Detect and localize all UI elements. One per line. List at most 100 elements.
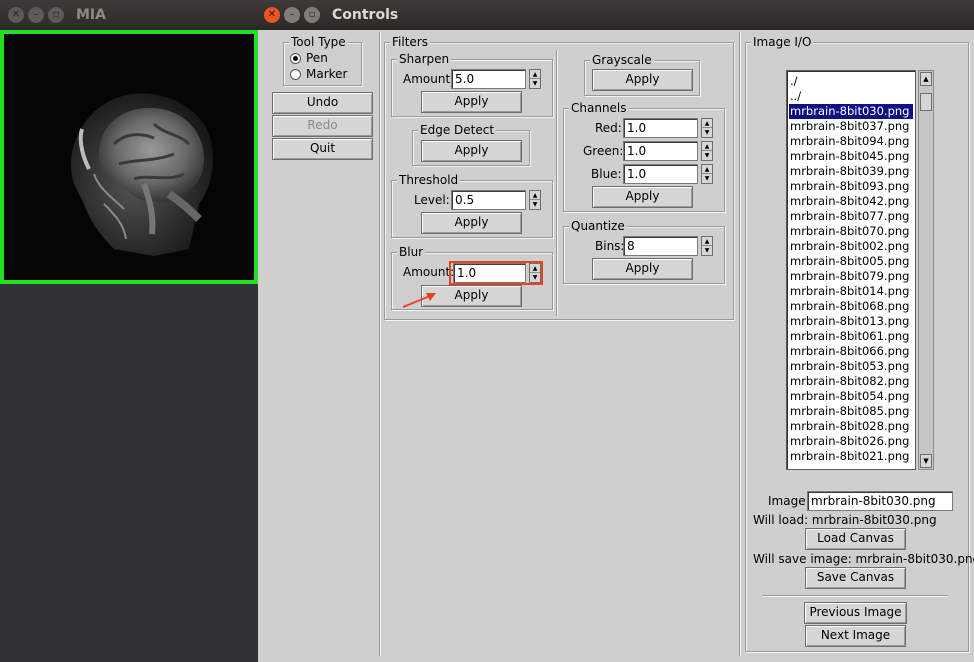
mia-titlebar[interactable]: ✕ – ▫ MIA	[0, 0, 258, 30]
file-list-item[interactable]: mrbrain-8bit028.png	[787, 419, 915, 434]
green-stepper[interactable]: ▲ ▼	[701, 141, 713, 161]
mia-window: ✕ – ▫ MIA	[0, 0, 258, 286]
sharpen-amount-input[interactable]: 5.0	[451, 69, 526, 89]
bins-input[interactable]: 8	[623, 236, 698, 256]
spin-up-icon[interactable]: ▲	[702, 119, 712, 128]
spin-up-icon[interactable]: ▲	[702, 237, 712, 246]
image-filename-input[interactable]: mrbrain-8bit030.png	[807, 491, 953, 511]
quantize-apply-button[interactable]: Apply	[592, 258, 693, 280]
file-list-item[interactable]: mrbrain-8bit070.png	[787, 224, 915, 239]
pen-radio[interactable]	[290, 53, 301, 64]
file-list-item[interactable]: mrbrain-8bit039.png	[787, 164, 915, 179]
previous-image-button[interactable]: Previous Image	[804, 602, 907, 624]
edge-detect-apply-button[interactable]: Apply	[421, 140, 522, 162]
sharpen-apply-button[interactable]: Apply	[421, 91, 522, 113]
marker-label: Marker	[306, 67, 348, 81]
file-list-item[interactable]: mrbrain-8bit077.png	[787, 209, 915, 224]
spin-down-icon[interactable]: ▼	[530, 200, 540, 209]
scroll-down-icon[interactable]: ▼	[920, 454, 932, 468]
filters-column-divider	[556, 50, 557, 316]
bins-stepper[interactable]: ▲ ▼	[701, 236, 713, 256]
file-list-item[interactable]: mrbrain-8bit085.png	[787, 404, 915, 419]
red-input[interactable]: 1.0	[623, 118, 698, 138]
file-list-item[interactable]: ../	[787, 89, 915, 104]
file-list-item[interactable]: mrbrain-8bit026.png	[787, 434, 915, 449]
spin-down-icon[interactable]: ▼	[530, 273, 540, 282]
file-list-item[interactable]: ./	[787, 74, 915, 89]
blur-amount-input[interactable]: 1.0	[453, 263, 526, 283]
file-list-item[interactable]: mrbrain-8bit042.png	[787, 194, 915, 209]
undo-button[interactable]: Undo	[272, 92, 373, 114]
spin-down-icon[interactable]: ▼	[702, 246, 712, 255]
pointer-arrow-icon	[402, 293, 436, 308]
blue-label: Blue:	[591, 167, 622, 181]
next-image-button[interactable]: Next Image	[805, 625, 906, 647]
threshold-level-stepper[interactable]: ▲ ▼	[529, 190, 541, 210]
image-io-separator	[762, 595, 948, 596]
redo-button[interactable]: Redo	[272, 115, 373, 137]
threshold-apply-button[interactable]: Apply	[421, 212, 522, 234]
spin-down-icon[interactable]: ▼	[702, 128, 712, 137]
file-list-item[interactable]: mrbrain-8bit013.png	[787, 314, 915, 329]
green-input[interactable]: 1.0	[623, 141, 698, 161]
blue-input[interactable]: 1.0	[623, 164, 698, 184]
file-list-item[interactable]: mrbrain-8bit014.png	[787, 284, 915, 299]
spin-up-icon[interactable]: ▲	[530, 191, 540, 200]
file-list-item[interactable]: mrbrain-8bit030.png	[788, 103, 914, 120]
minimize-icon[interactable]: –	[28, 7, 44, 23]
file-list-item[interactable]: mrbrain-8bit053.png	[787, 359, 915, 374]
maximize-icon[interactable]: ▫	[304, 7, 320, 23]
minimize-icon[interactable]: –	[284, 7, 300, 23]
blur-amount-stepper[interactable]: ▲ ▼	[529, 263, 541, 283]
file-listbox[interactable]: ./../mrbrain-8bit030.png mrbrain-8bit037.…	[786, 70, 916, 470]
grayscale-apply-button[interactable]: Apply	[592, 69, 693, 91]
file-list-item[interactable]: mrbrain-8bit002.png	[787, 239, 915, 254]
spin-down-icon[interactable]: ▼	[530, 79, 540, 88]
file-list-item[interactable]: mrbrain-8bit021.png	[787, 449, 915, 464]
threshold-level-input[interactable]: 0.5	[451, 190, 526, 210]
blur-label: Blur	[397, 245, 426, 259]
file-list-item[interactable]: mrbrain-8bit054.png	[787, 389, 915, 404]
mia-window-title: MIA	[76, 7, 106, 23]
spin-up-icon[interactable]: ▲	[702, 142, 712, 151]
file-list-item[interactable]: mrbrain-8bit066.png	[787, 344, 915, 359]
mri-brain-image	[4, 34, 254, 280]
tool-type-group: Tool Type Pen Marker	[283, 35, 362, 86]
tool-type-label: Tool Type	[289, 35, 348, 49]
spin-down-icon[interactable]: ▼	[702, 151, 712, 160]
file-list-item[interactable]: mrbrain-8bit005.png	[787, 254, 915, 269]
sharpen-amount-stepper[interactable]: ▲ ▼	[529, 69, 541, 89]
close-icon[interactable]: ✕	[264, 7, 280, 23]
file-list-item[interactable]: mrbrain-8bit045.png	[787, 149, 915, 164]
file-list-item[interactable]: mrbrain-8bit082.png	[787, 374, 915, 389]
left-divider	[379, 32, 380, 656]
load-canvas-button[interactable]: Load Canvas	[805, 528, 906, 550]
file-list-item[interactable]: mrbrain-8bit093.png	[787, 179, 915, 194]
scroll-thumb[interactable]	[920, 93, 932, 111]
file-list-item[interactable]: mrbrain-8bit068.png	[787, 299, 915, 314]
quit-button[interactable]: Quit	[272, 138, 373, 160]
image-canvas[interactable]	[0, 30, 258, 284]
spin-down-icon[interactable]: ▼	[702, 174, 712, 183]
marker-radio[interactable]	[290, 69, 301, 80]
blue-stepper[interactable]: ▲ ▼	[701, 164, 713, 184]
maximize-icon[interactable]: ▫	[48, 7, 64, 23]
save-canvas-button[interactable]: Save Canvas	[805, 567, 906, 589]
right-divider	[739, 32, 740, 656]
blur-amount-label: Amount:	[403, 265, 455, 279]
red-stepper[interactable]: ▲ ▼	[701, 118, 713, 138]
file-list-item[interactable]: mrbrain-8bit037.png	[787, 119, 915, 134]
channels-apply-button[interactable]: Apply	[592, 186, 693, 208]
threshold-label: Threshold	[397, 173, 461, 187]
scroll-up-icon[interactable]: ▲	[920, 72, 932, 86]
controls-titlebar[interactable]: ✕ – ▫ Controls	[258, 0, 974, 30]
file-list-item[interactable]: mrbrain-8bit061.png	[787, 329, 915, 344]
file-list-scrollbar[interactable]: ▲ ▼	[918, 70, 934, 470]
file-list-item[interactable]: mrbrain-8bit094.png	[787, 134, 915, 149]
spin-up-icon[interactable]: ▲	[530, 70, 540, 79]
threshold-level-label: Level:	[414, 193, 450, 207]
spin-up-icon[interactable]: ▲	[702, 165, 712, 174]
spin-up-icon[interactable]: ▲	[530, 264, 540, 273]
file-list-item[interactable]: mrbrain-8bit079.png	[787, 269, 915, 284]
close-icon[interactable]: ✕	[8, 7, 24, 23]
